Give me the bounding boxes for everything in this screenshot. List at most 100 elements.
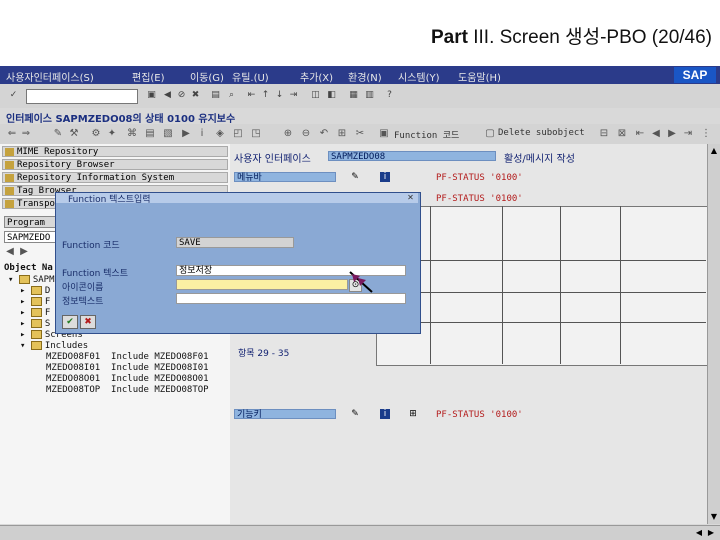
cut-icon[interactable]: ✂ <box>354 128 366 140</box>
expand-icon[interactable]: ⊟ <box>598 128 610 140</box>
last-page-icon[interactable]: ⇥ <box>288 90 299 101</box>
first-page-icon[interactable]: ⇤ <box>246 90 257 101</box>
back-arrow-icon[interactable]: ⇐ <box>6 128 18 140</box>
pf-status-menu: PF-STATUS '0100' <box>436 173 523 183</box>
tree-node-status[interactable]: ▸ S <box>20 319 50 329</box>
enter-icon[interactable]: ✓ <box>8 90 19 101</box>
include-row[interactable]: MZEDO08TOP Include MZEDO08TOP <box>46 385 209 395</box>
slide-title-rest: III. Screen 생성-PBO (20/46) <box>473 27 712 48</box>
new-session-icon[interactable]: ◫ <box>310 90 321 101</box>
grid-divider <box>376 322 706 323</box>
hierarchy-icon[interactable]: ⊞ <box>408 409 418 419</box>
function-code-button[interactable]: Function 코드 <box>394 128 459 141</box>
close-icon[interactable]: ✕ <box>406 193 415 202</box>
info-text-field[interactable] <box>176 293 406 304</box>
menu-system[interactable]: 시스템(Y) <box>398 69 440 84</box>
menu-user-interface[interactable]: 사용자인터페이스(S) <box>6 69 94 84</box>
edit-icon[interactable]: ✎ <box>350 409 360 419</box>
delete-icon[interactable]: ⊖ <box>300 128 312 140</box>
shortcut-icon[interactable]: ◧ <box>326 90 337 101</box>
print-icon[interactable]: ▤ <box>210 90 221 101</box>
include-row[interactable]: MZEDO08O01 Include MZEDO08O01 <box>46 374 209 384</box>
layout-icon[interactable]: ▦ <box>348 90 359 101</box>
next-icon[interactable]: ▶ <box>666 128 678 140</box>
undo-icon[interactable]: ↶ <box>318 128 330 140</box>
scroll-up-icon[interactable]: ▲ <box>709 146 719 156</box>
horizontal-scrollbar[interactable]: ◀ ▶ <box>0 525 720 540</box>
confirm-button[interactable]: ✔ <box>62 315 78 329</box>
tree-node-program[interactable]: ▾ SAPM <box>8 275 55 285</box>
menu-bar: 사용자인터페이스(S) 편집(E) 이동(G) 유틸.(U) 추가(X) 환경(… <box>0 66 720 84</box>
copy-icon[interactable]: ◰ <box>232 128 244 140</box>
scroll-left-icon[interactable]: ◀ <box>694 528 704 538</box>
tree-node-includes[interactable]: ▾ Includes <box>20 341 88 351</box>
collapse-icon[interactable]: ⊠ <box>616 128 628 140</box>
repo-item-info-system[interactable]: Repository Information System <box>2 172 228 183</box>
check-icon[interactable]: ⚙ <box>90 128 102 140</box>
icon-name-field[interactable] <box>176 279 348 290</box>
menu-edit[interactable]: 편집(E) <box>132 69 165 84</box>
navigation-window-icon[interactable]: ▧ <box>162 128 174 140</box>
last-icon[interactable]: ⇥ <box>682 128 694 140</box>
menu-utilities[interactable]: 유틸.(U) <box>232 69 269 84</box>
program-name-field[interactable]: SAPMZEDO <box>4 231 56 243</box>
cancel-icon[interactable]: ✖ <box>190 90 201 101</box>
tree-back-icon[interactable]: ◀ <box>4 246 16 258</box>
folder-icon <box>30 319 42 328</box>
menu-extras[interactable]: 추가(X) <box>300 69 333 84</box>
prev-page-icon[interactable]: ↑ <box>260 90 271 101</box>
more-icon[interactable]: ⋮ <box>700 128 712 140</box>
menu-environment[interactable]: 환경(N) <box>348 69 382 84</box>
select-icon[interactable]: ◈ <box>214 128 226 140</box>
exit-icon[interactable]: ⊘ <box>176 90 187 101</box>
next-page-icon[interactable]: ↓ <box>274 90 285 101</box>
scroll-right-icon[interactable]: ▶ <box>706 528 716 538</box>
system-toolbar: ✓ ▣ ◀ ⊘ ✖ ▤ ⌕ ⇤ ↑ ↓ ⇥ ◫ ◧ ▦ ▥ ? <box>0 84 720 109</box>
delete-subobject-button[interactable]: Delete subobject <box>498 128 585 140</box>
include-name: MZEDO08TOP <box>46 385 101 395</box>
sap-logo: SAP <box>674 67 716 83</box>
object-list-icon[interactable]: ▤ <box>144 128 156 140</box>
move-icon[interactable]: ◳ <box>250 128 262 140</box>
menu-goto[interactable]: 이동(G) <box>190 69 224 84</box>
other-object-icon[interactable]: ⚒ <box>68 128 80 140</box>
application-toolbar: ⇐ ⇒ ✎ ⚒ ⚙ ✦ ⌘ ▤ ▧ ▶ i ◈ ◰ ◳ ⊕ ⊖ ↶ ⊞ ✂ ▣ … <box>0 124 720 144</box>
prev-icon[interactable]: ◀ <box>650 128 662 140</box>
hierarchy-icon[interactable]: ⊞ <box>336 128 348 140</box>
test-icon[interactable]: ▶ <box>180 128 192 140</box>
vertical-scrollbar[interactable]: ▲ ▼ <box>707 144 720 524</box>
cancel-button[interactable]: ✖ <box>80 315 96 329</box>
tree-node-forms[interactable]: ▸ F <box>20 308 50 318</box>
info-icon[interactable]: i <box>380 172 390 182</box>
command-field[interactable] <box>26 89 138 104</box>
info-icon[interactable]: i <box>380 409 390 419</box>
tree-forward-icon[interactable]: ▶ <box>18 246 30 258</box>
screen-title-bar: 인터페이스 SAPMZEDO08의 상태 0100 유지보수 <box>0 108 720 125</box>
repo-item-browser[interactable]: Repository Browser <box>2 159 228 170</box>
info-icon[interactable]: i <box>196 128 208 140</box>
tree-node-dictionary[interactable]: ▸ D <box>20 286 50 296</box>
include-row[interactable]: MZEDO08I01 Include MZEDO08I01 <box>46 363 209 373</box>
slide-title-part: Part <box>430 27 468 48</box>
find-icon[interactable]: ⌕ <box>226 90 237 101</box>
repository-icon <box>5 161 14 169</box>
menu-help[interactable]: 도움말(H) <box>458 69 501 84</box>
forward-arrow-icon[interactable]: ⇒ <box>20 128 32 140</box>
help-icon[interactable]: ? <box>384 90 395 101</box>
menu-bar-section[interactable]: 메뉴바 <box>234 172 336 183</box>
activate-icon[interactable]: ✦ <box>106 128 118 140</box>
include-row[interactable]: MZEDO08F01 Include MZEDO08F01 <box>46 352 209 362</box>
first-icon[interactable]: ⇤ <box>634 128 646 140</box>
scroll-down-icon[interactable]: ▼ <box>709 512 719 522</box>
where-used-icon[interactable]: ⌘ <box>126 128 138 140</box>
save-icon[interactable]: ▣ <box>146 90 157 101</box>
function-keys-section[interactable]: 기능키 <box>234 409 336 420</box>
repo-item-mime[interactable]: MIME Repository <box>2 146 228 157</box>
tree-node-fields[interactable]: ▸ F <box>20 297 50 307</box>
object-type-dropdown[interactable]: Program <box>4 216 56 228</box>
customize-icon[interactable]: ▥ <box>364 90 375 101</box>
edit-icon[interactable]: ✎ <box>350 172 360 182</box>
insert-icon[interactable]: ⊕ <box>282 128 294 140</box>
back-icon[interactable]: ◀ <box>162 90 173 101</box>
display-change-icon[interactable]: ✎ <box>52 128 64 140</box>
